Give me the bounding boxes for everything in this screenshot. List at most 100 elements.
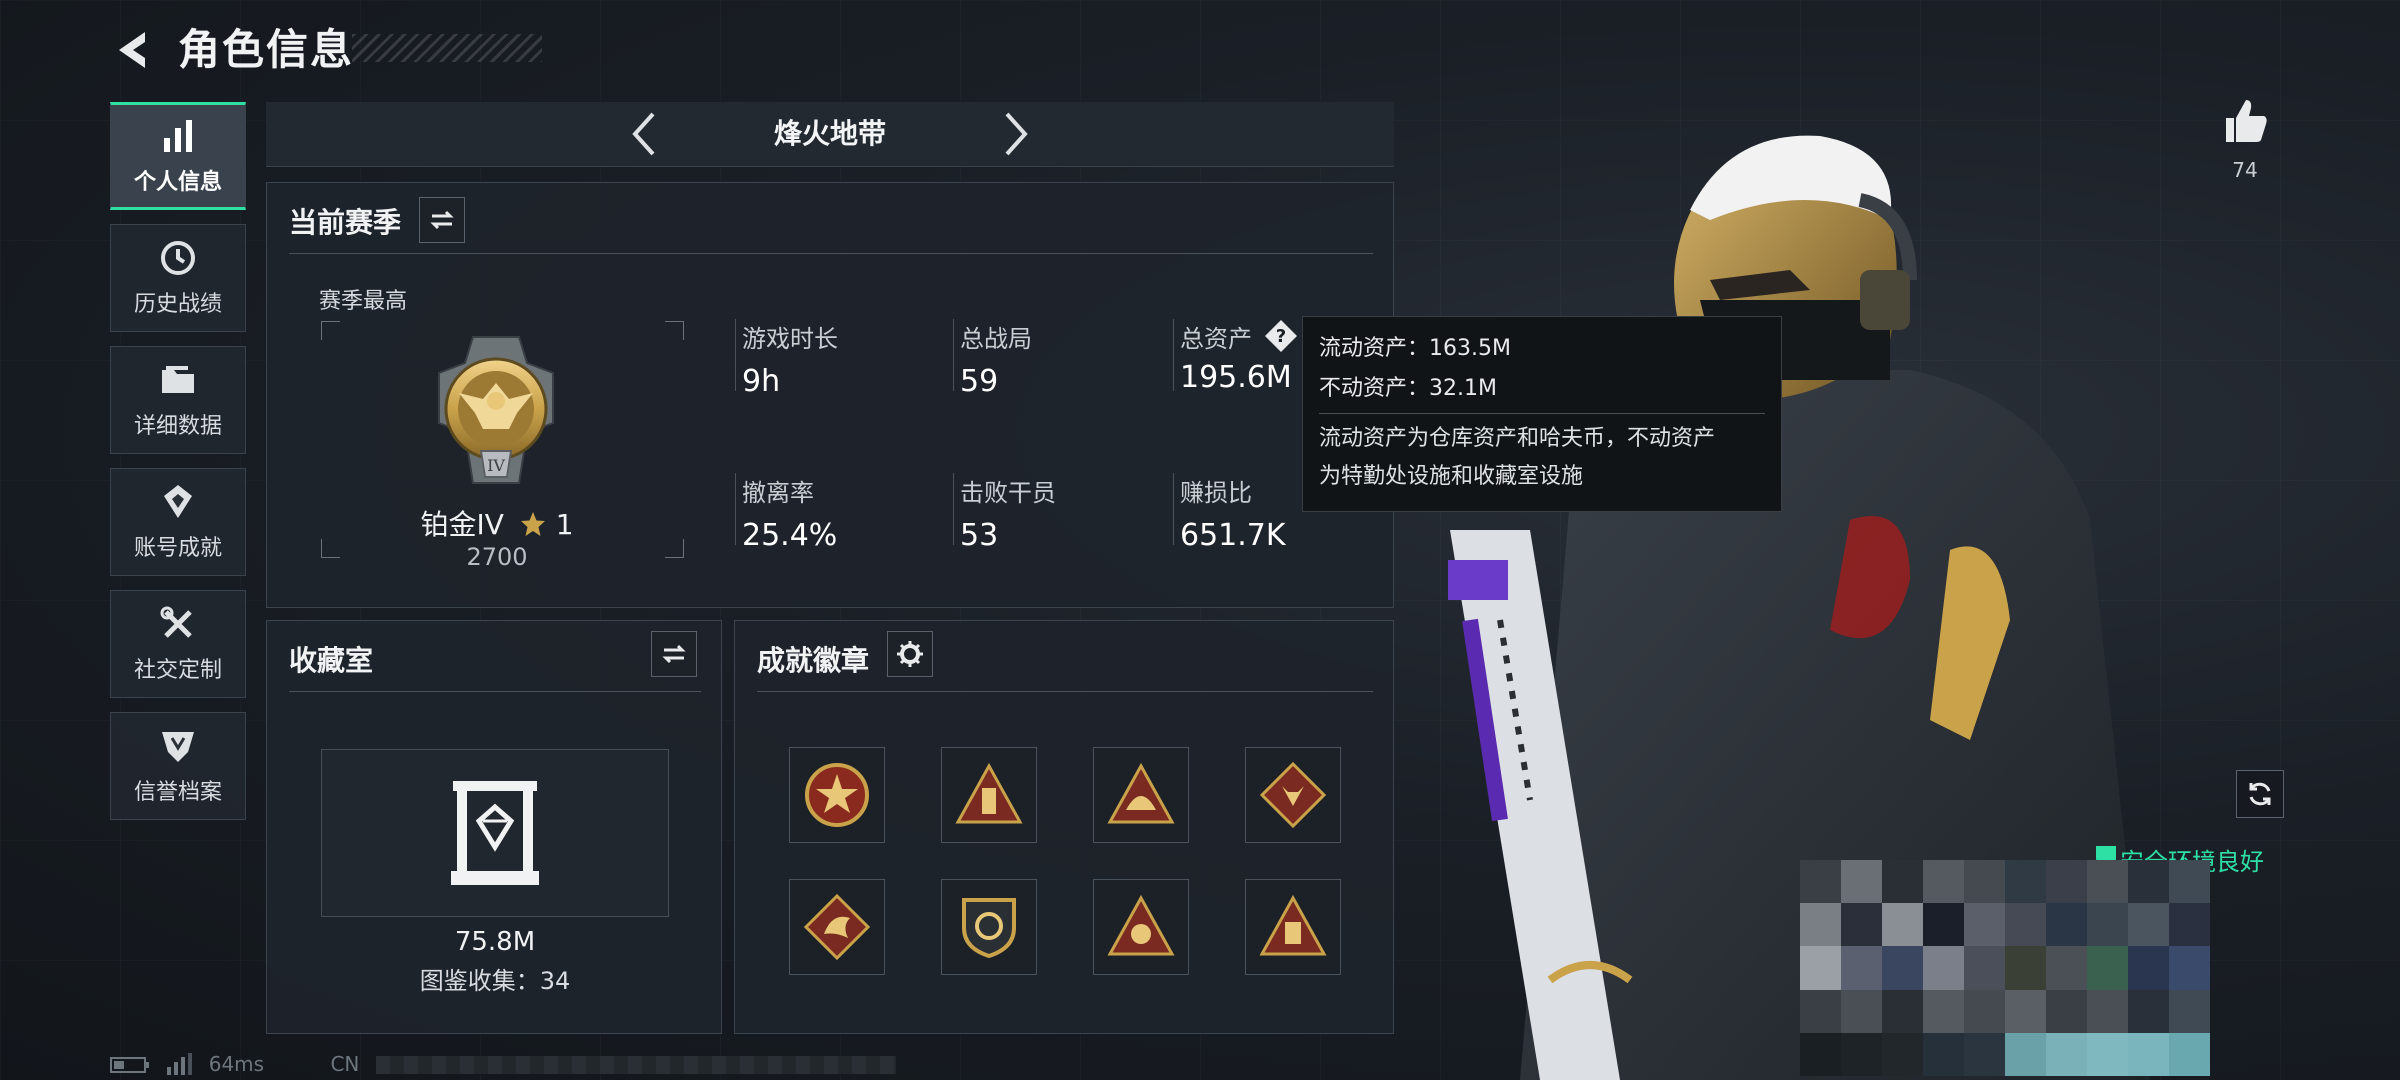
like-count: 74 [2232,158,2258,182]
season-switch-bar: 烽火地带 [266,102,1394,167]
divider [289,253,1373,254]
badge-slot[interactable] [941,747,1037,843]
collection-value: 75.8M [454,927,536,957]
triangle-mask-icon [1107,894,1175,956]
badge-slot[interactable] [1093,879,1189,975]
frame-corner [665,321,684,340]
stat-label: 游戏时长 [742,325,838,353]
stat-value: 25.4% [742,518,838,553]
sidebar-item-label: 个人信息 [133,170,222,195]
stat-label: 总资产 ? [1180,319,1298,354]
chevron-right-icon [1005,112,1028,156]
tooltip-divider [1319,413,1765,414]
stat-kills: 击败干员 53 [953,473,1056,553]
sidebar-item-history[interactable]: 历史战绩 [110,224,246,332]
sidebar-item-label: 信誉档案 [133,780,222,805]
stat-extract-rate: 撤离率 25.4% [735,473,837,553]
shield-icon [162,732,194,762]
stat-value: 53 [960,518,999,553]
sidebar-item-label: 详细数据 [133,414,222,439]
stat-profit-ratio: 赚损比 651.7K [1173,473,1286,553]
stat-play-time: 游戏时长 9h [735,319,838,399]
back-button[interactable] [108,22,158,78]
rank-score: 2700 [466,543,528,571]
refresh-button[interactable] [2236,770,2284,818]
bar-chart-icon [164,120,192,152]
triangle-helmet-icon [1107,762,1175,824]
shield-crest-icon [962,898,1016,959]
badge-settings-button[interactable] [887,631,933,677]
badge-slot[interactable] [1093,747,1189,843]
diamond-dragon-icon [803,893,871,961]
stat-value: 651.7K [1180,518,1286,553]
region-label: CN [330,1052,360,1076]
badge-slot[interactable] [789,879,885,975]
stat-label: 总战局 [960,325,1032,353]
ping-value: 64ms [208,1052,265,1076]
sidebar-item-label: 账号成就 [133,536,222,561]
collection-count: 图鉴收集：34 [419,967,571,995]
signal-icon [167,1053,193,1075]
battery-icon [110,1057,149,1073]
collection-switch-button[interactable] [651,631,697,677]
stat-value: 9h [742,364,781,399]
rank-roman-numeral: IV [487,456,505,475]
switch-mode-button[interactable] [419,197,465,243]
sidebar-item-personal-info[interactable]: 个人信息 [110,102,246,210]
collection-panel-title: 收藏室 [289,644,374,677]
thumbs-up-icon[interactable] [2220,96,2270,146]
svg-text:?: ? [1275,326,1285,347]
back-arrow-icon [119,32,145,68]
stat-value: 195.6M [1180,360,1292,395]
stat-label-text: 总资产 [1180,325,1252,353]
status-bar: 64ms CN [110,1052,896,1076]
badge-panel-title: 成就徽章 [757,644,870,677]
rank-stars: 1 [555,508,574,541]
sidebar-item-achievements[interactable]: 账号成就 [110,468,246,576]
divider [289,691,701,692]
season-panel-title: 当前赛季 [289,206,402,239]
stat-label: 赚损比 [1180,479,1252,507]
censored-mosaic [1800,860,2210,1076]
tooltip-liquid-assets: 流动资产：163.5M [1319,336,1511,361]
triangle-tower-icon [955,762,1023,824]
tooltip-desc-line2: 为特勤处设施和收藏室设施 [1319,464,1584,489]
stat-total-matches: 总战局 59 [953,319,1032,399]
censored-uid [375,1056,896,1074]
sidebar-item-credit[interactable]: 信誉档案 [110,712,246,820]
badge-slot[interactable] [789,747,885,843]
sidebar-item-social[interactable]: 社交定制 [110,590,246,698]
sidebar-item-label: 历史战绩 [133,292,222,317]
triangle-card-icon [1259,894,1327,956]
star-emblem-icon [805,763,869,827]
frame-corner [321,321,340,340]
rank-name: 铂金IV [420,508,504,541]
rank-name-row: 铂金IV 1 [267,503,727,543]
sidebar-item-label: 社交定制 [133,658,222,683]
collection-room-panel[interactable]: 收藏室 75.8M 图鉴收集：34 [266,620,722,1034]
current-season-panel: 当前赛季 赛季最高 IV 铂金IV 1 2700 游戏时长 9h 总战局 59 [266,182,1394,608]
page-title: 角色信息 [178,25,355,74]
tooltip-desc-line1: 流动资产为仓库资产和哈夫币，不动资产 [1319,426,1716,451]
stat-total-assets[interactable]: 总资产 ? 195.6M [1173,319,1298,395]
stat-label: 撤离率 [742,479,814,507]
badge-slot[interactable] [1245,747,1341,843]
tools-icon [160,606,192,638]
folder-icon [162,366,194,393]
swap-icon [662,644,686,664]
next-season-button[interactable] [990,108,1042,160]
gold-star-icon [520,512,545,536]
help-icon[interactable]: ? [1264,319,1298,353]
clock-icon [161,241,195,275]
stat-label: 击败干员 [960,479,1056,507]
achievement-badge-panel: 成就徽章 [734,620,1394,1034]
diamond-wolf-icon [1259,761,1327,829]
refresh-icon [2249,782,2271,806]
achievement-icon [164,485,192,518]
swap-icon [430,210,454,230]
sidebar-item-detailed-data[interactable]: 详细数据 [110,346,246,454]
badge-slot[interactable] [1245,879,1341,975]
badge-slot[interactable] [941,879,1037,975]
display-case-icon [451,781,539,885]
title-decoration [352,34,542,62]
